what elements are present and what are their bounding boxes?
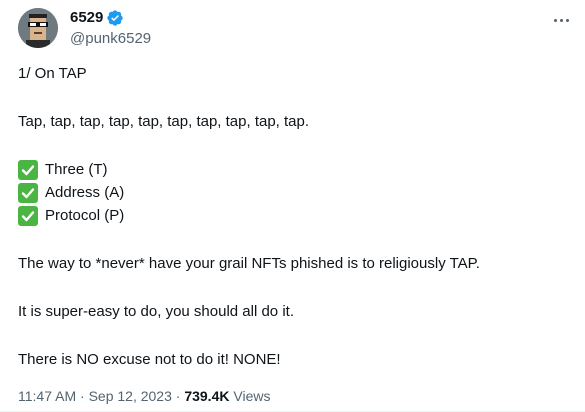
tweet-date: Sep 12, 2023 — [88, 388, 172, 404]
checklist-label: Three (T) — [45, 161, 108, 178]
verified-badge-icon[interactable] — [106, 9, 124, 27]
checklist-label: Address (A) — [45, 184, 125, 201]
tweet-text: 1/ On TAP Tap, tap, tap, tap, tap, tap, … — [18, 62, 568, 371]
tweet-card: 6529 @punk6529 1/ On TAP Tap, tap, tap, … — [0, 0, 585, 412]
tweet-line-easy: It is super-easy to do, you should all d… — [18, 303, 294, 320]
meta-separator: · — [80, 388, 85, 404]
name-row: 6529 — [70, 8, 151, 28]
check-mark-button-icon — [18, 159, 38, 180]
checklist-label: Protocol (P) — [45, 207, 125, 224]
display-name[interactable]: 6529 — [70, 8, 103, 28]
pixel-punk-avatar-icon — [18, 8, 58, 48]
tweet-line-tap: Tap, tap, tap, tap, tap, tap, tap, tap, … — [18, 113, 310, 130]
check-mark-button-icon — [18, 182, 38, 203]
checklist-item-three: Three (T) — [18, 158, 568, 181]
avatar[interactable] — [18, 8, 58, 48]
author-block: 6529 @punk6529 — [70, 8, 151, 49]
views-link[interactable]: 739.4K Views — [184, 388, 270, 404]
checklist-item-address: Address (A) — [18, 181, 568, 204]
views-label: Views — [233, 388, 271, 404]
views-count: 739.4K — [184, 388, 230, 404]
checklist-item-protocol: Protocol (P) — [18, 204, 568, 227]
meta-separator: · — [175, 388, 181, 404]
tweet-time: 11:47 AM — [18, 388, 77, 404]
tweet-line-excuse: There is NO excuse not to do it! NONE! — [18, 351, 281, 368]
tweet-line-never: The way to *never* have your grail NFTs … — [18, 255, 480, 272]
more-options-icon[interactable] — [549, 10, 573, 30]
check-mark-button-icon — [18, 205, 38, 226]
tweet-meta: 11:47 AM · Sep 12, 2023 · 739.4K Views — [18, 387, 270, 405]
handle[interactable]: @punk6529 — [70, 29, 151, 49]
tweet-heading: 1/ On TAP — [18, 65, 87, 82]
tweet-time-link[interactable]: 11:47 AM · Sep 12, 2023 — [18, 388, 172, 404]
